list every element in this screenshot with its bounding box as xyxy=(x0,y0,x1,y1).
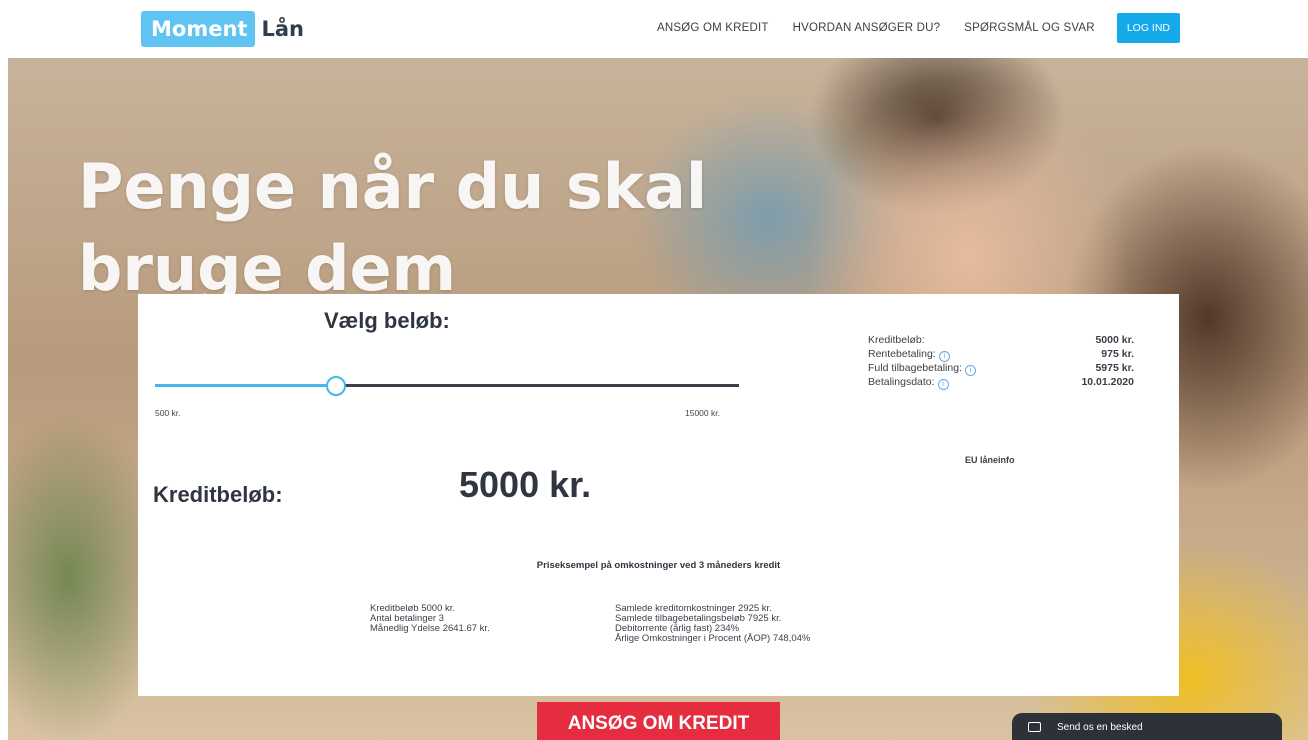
price-line: Årlige Omkostninger i Procent (ÅOP) 748,… xyxy=(615,633,811,644)
credit-amount-label: Kreditbeløb: xyxy=(153,482,283,507)
summary-label: Kreditbeløb: xyxy=(868,334,925,346)
nav-apply-credit[interactable]: ANSØG OM KREDIT xyxy=(657,22,769,34)
logo-moment-text: Moment xyxy=(141,11,256,47)
summary-value: 5000 kr. xyxy=(1095,334,1134,346)
chat-widget[interactable]: Send os en besked xyxy=(1012,713,1282,740)
summary-label: Betalingsdato: xyxy=(868,376,935,388)
slider-handle[interactable] xyxy=(326,376,346,396)
loan-calculator: Vælg beløb: 500 kr. 15000 kr. Kreditbelø… xyxy=(138,294,1179,696)
credit-amount-value: 5000 kr. xyxy=(459,464,592,505)
nav-faq[interactable]: SPØRGSMÅL OG SVAR xyxy=(964,22,1095,34)
main-nav: ANSØG OM KREDIT HVORDAN ANSØGER DU? SPØR… xyxy=(633,13,1180,43)
summary-row-full-repayment: Fuld tilbagebetaling: i 5975 kr. xyxy=(868,362,1134,376)
eu-loan-info-link[interactable]: EU låneinfo xyxy=(965,455,1015,465)
summary-label: Fuld tilbagebetaling: xyxy=(868,362,962,374)
price-example-left: Kreditbeløb 5000 kr. Antal betalinger 3 … xyxy=(370,604,490,634)
summary-label: Rentebetaling: xyxy=(868,348,936,360)
price-line: Månedlig Ydelse 2641.67 kr. xyxy=(370,623,490,634)
slider-max-label: 15000 kr. xyxy=(685,408,720,418)
logo[interactable]: Moment Lån xyxy=(141,9,304,49)
apply-credit-button[interactable]: ANSØG OM KREDIT xyxy=(537,702,780,740)
summary-value: 5975 kr. xyxy=(1095,362,1134,374)
logo-laan-text: Lån xyxy=(261,17,304,41)
info-icon[interactable]: i xyxy=(937,379,949,390)
slider-fill xyxy=(155,384,336,387)
hero-title: Penge når du skal bruge dem xyxy=(78,146,707,310)
summary-value: 975 kr. xyxy=(1101,348,1134,360)
summary-row-credit: Kreditbeløb: 5000 kr. xyxy=(868,334,1134,347)
summary-value: 10.01.2020 xyxy=(1081,376,1134,388)
price-example-title: Priseksempel på omkostninger ved 3 måned… xyxy=(536,560,781,571)
hero-title-line1: Penge når du skal xyxy=(78,150,708,223)
amount-slider[interactable] xyxy=(155,376,739,396)
loan-summary: Kreditbeløb: 5000 kr. Rentebetaling: i 97… xyxy=(868,334,1134,390)
login-button[interactable]: LOG IND xyxy=(1116,13,1180,43)
summary-row-interest: Rentebetaling: i 975 kr. xyxy=(868,348,1134,362)
info-icon[interactable]: i xyxy=(964,365,976,376)
price-example-right: Samlede kreditomkostninger 2925 kr. Saml… xyxy=(615,604,810,644)
info-icon[interactable]: i xyxy=(938,351,950,362)
site-header: Moment Lån ANSØG OM KREDIT HVORDAN ANSØG… xyxy=(0,0,1308,58)
chat-label: Send os en besked xyxy=(1057,722,1143,733)
summary-row-payment-date: Betalingsdato: i 10.01.2020 xyxy=(868,376,1134,390)
message-icon xyxy=(1028,722,1041,732)
choose-amount-label: Vælg beløb: xyxy=(324,308,450,333)
nav-how-to-apply[interactable]: HVORDAN ANSØGER DU? xyxy=(793,22,941,34)
slider-min-label: 500 kr. xyxy=(155,408,181,418)
